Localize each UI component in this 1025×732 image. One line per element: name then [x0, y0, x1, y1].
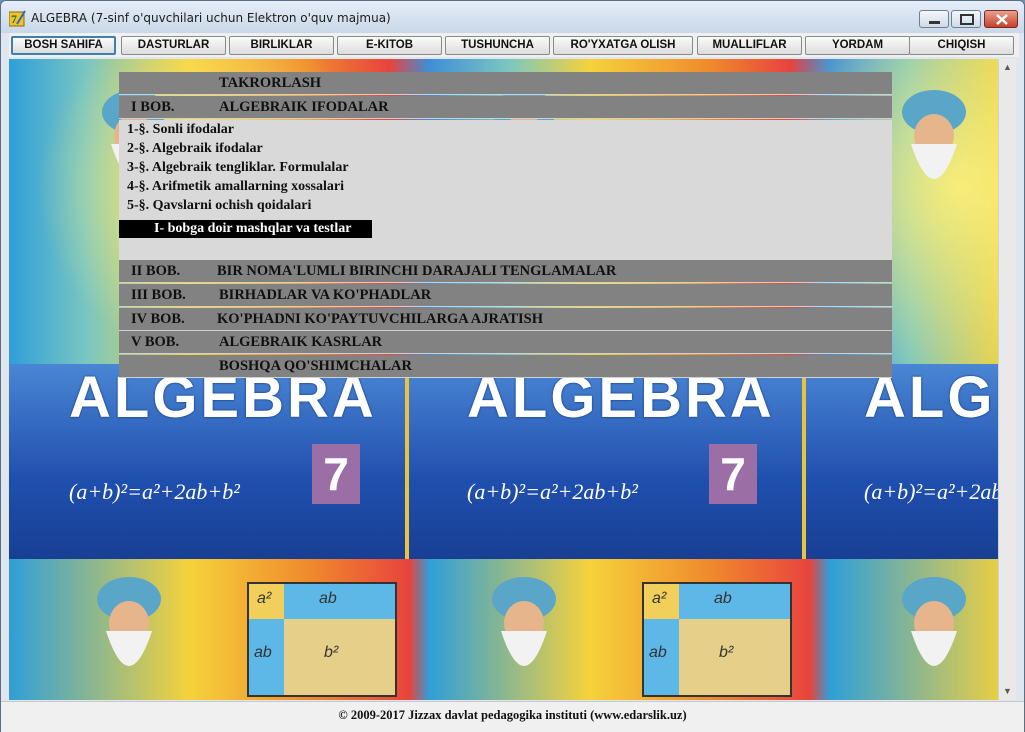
nav-tushuncha-button[interactable]: TUSHUNCHA	[445, 36, 550, 55]
scroll-up-icon[interactable]: ▲	[999, 59, 1016, 76]
square-label: ab	[254, 644, 272, 661]
scholar-portrait-image	[492, 577, 556, 666]
svg-text:7: 7	[11, 12, 17, 26]
square-label: ab	[649, 644, 667, 661]
menu-row-bob-4[interactable]: IV BOB. KO'PHADNI KO'PAYTUVCHILARGA AJRA…	[119, 308, 892, 331]
bob-1-submenu: 1-§. Sonli ifodalar 2-§. Algebraik ifoda…	[119, 120, 892, 260]
nav-dasturlar-button[interactable]: DASTURLAR	[121, 36, 226, 55]
maximize-button[interactable]	[951, 10, 981, 28]
cover-formula-text: (a+b)²=a²+2ab+b²	[864, 479, 1010, 504]
menu-row-bob-3[interactable]: III BOB. BIRHADLAR VA KO'PHADLAR	[119, 284, 892, 307]
chapter-menu: TAKRORLASH I BOB. ALGEBRAIK IFODALAR 1-§…	[119, 72, 892, 379]
square-label: b²	[324, 644, 339, 661]
menu-row-boshqa[interactable]: BOSHQA QO'SHIMCHALAR	[119, 355, 892, 378]
submenu-item[interactable]: 4-§. Arifmetik amallarning xossalari	[127, 179, 344, 195]
nav-mualliflar-button[interactable]: MUALLIFLAR	[697, 36, 802, 55]
submenu-item[interactable]: 3-§. Algebraik tengliklar. Formulalar	[127, 160, 349, 176]
cover-formula-text: (a+b)²=a²+2ab+b²	[467, 479, 638, 504]
square-label: a²	[257, 590, 272, 607]
square-diagram: a² ab ab b²	[247, 582, 397, 697]
nav-e-kitob-button[interactable]: E-KITOB	[337, 36, 442, 55]
cover-grade-number: 7	[709, 444, 757, 504]
square-label: b²	[719, 644, 734, 661]
algebra-app-icon: 7	[8, 10, 26, 27]
menu-row-bob-5[interactable]: V BOB. ALGEBRAIK KASRLAR	[119, 331, 892, 354]
square-label: ab	[714, 590, 732, 607]
scholar-portrait-image	[97, 577, 161, 666]
nav-birliklar-button[interactable]: BIRLIKLAR	[229, 36, 334, 55]
nav-yordam-button[interactable]: YORDAM	[805, 36, 910, 55]
close-button[interactable]	[984, 10, 1018, 28]
scholar-portrait-image	[902, 577, 966, 666]
submenu-exercises-tests[interactable]: I- bobga doir mashqlar va testlar	[119, 220, 372, 238]
submenu-item[interactable]: 2-§. Algebraik ifodalar	[127, 141, 263, 157]
status-bar: © 2009-2017 Jizzax davlat pedagogika ins…	[1, 701, 1024, 732]
minimize-button[interactable]	[919, 10, 949, 28]
square-label: a²	[652, 590, 667, 607]
square-diagram: a² ab ab b²	[642, 582, 792, 697]
cover-formula-text: (a+b)²=a²+2ab+b²	[69, 479, 240, 504]
vertical-scrollbar[interactable]: ▲ ▼	[998, 59, 1016, 700]
nav-chiqish-button[interactable]: CHIQISH	[909, 36, 1014, 55]
scholar-portrait-image	[902, 90, 966, 179]
scroll-down-icon[interactable]: ▼	[999, 683, 1016, 700]
nav-royxatga-olish-button[interactable]: RO'YXATGA OLISH	[553, 36, 693, 55]
window-title: ALGEBRA (7-sinf o'quvchilari uchun Elekt…	[31, 11, 391, 25]
square-label: ab	[319, 590, 337, 607]
app-window: 7 ALGEBRA (7-sinf o'quvchilari uchun Ele…	[0, 0, 1025, 732]
cover-grade-number: 7	[312, 444, 360, 504]
main-nav: BOSH SAHIFA DASTURLAR BIRLIKLAR E-KITOB …	[9, 33, 1019, 57]
submenu-item[interactable]: 1-§. Sonli ifodalar	[127, 122, 234, 138]
nav-bosh-sahifa-button[interactable]: BOSH SAHIFA	[11, 36, 116, 55]
menu-row-bob-1[interactable]: I BOB. ALGEBRAIK IFODALAR	[119, 96, 892, 119]
menu-row-bob-2[interactable]: II BOB. BIR NOMA'LUMLI BIRINCHI DARAJALI…	[119, 260, 892, 283]
menu-row-takrorlash[interactable]: TAKRORLASH	[119, 72, 892, 95]
copyright-text: © 2009-2017 Jizzax davlat pedagogika ins…	[338, 708, 687, 722]
title-bar[interactable]: 7 ALGEBRA (7-sinf o'quvchilari uchun Ele…	[1, 1, 1024, 33]
submenu-item[interactable]: 5-§. Qavslarni ochish qoidalari	[127, 198, 311, 214]
